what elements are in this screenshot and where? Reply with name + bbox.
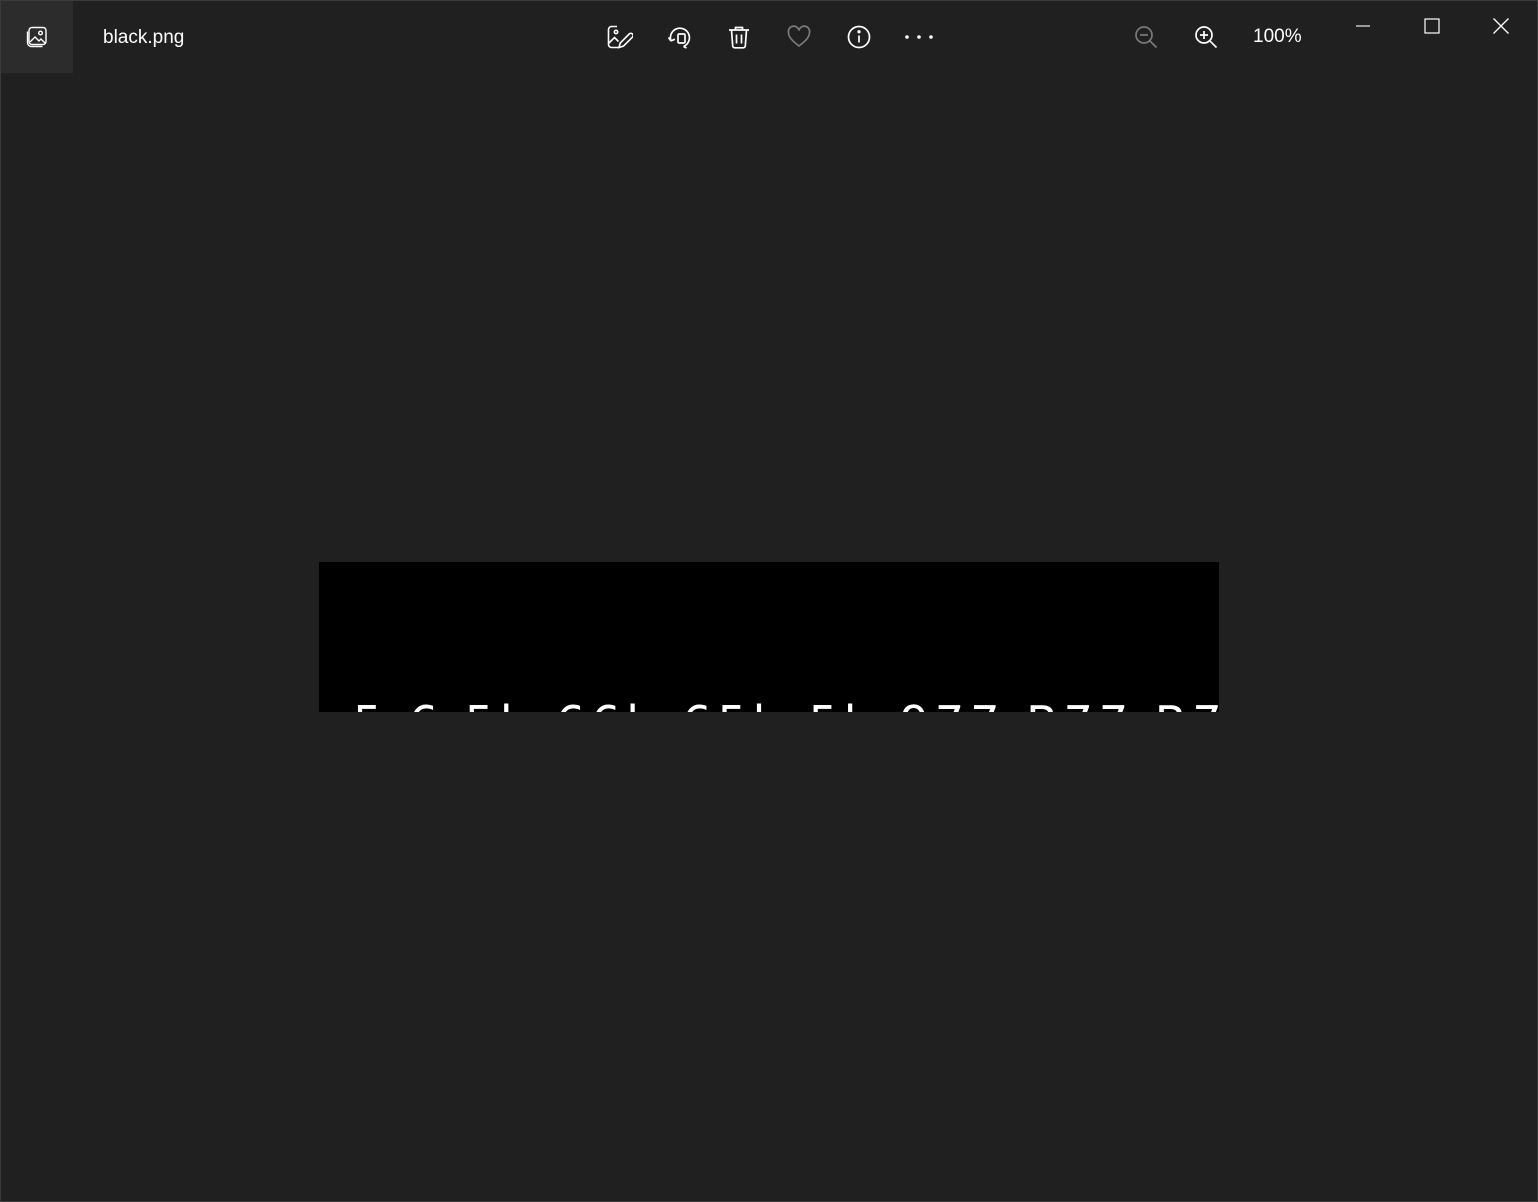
photos-app-icon <box>25 25 49 49</box>
minimize-icon <box>1355 18 1371 34</box>
maximize-icon <box>1424 18 1440 34</box>
zoom-level[interactable]: 100% <box>1253 25 1302 49</box>
zoom-in-button[interactable] <box>1186 17 1226 57</box>
trash-icon <box>726 24 752 50</box>
minimize-button[interactable] <box>1329 1 1397 51</box>
zoom-out-button[interactable] <box>1126 17 1166 57</box>
photos-window: black.png 100% <box>0 0 1538 1202</box>
zoom-in-icon <box>1193 24 1219 50</box>
rotate-button[interactable] <box>659 17 699 57</box>
heart-icon <box>786 24 812 50</box>
edit-image-icon <box>605 23 633 51</box>
more-options-icon <box>904 33 934 41</box>
image-content-text: 5 6 5b 66b 65b 5b 977 B77 B77 B <box>353 696 1219 712</box>
zoom-out-icon <box>1133 24 1159 50</box>
displayed-image[interactable]: 5 6 5b 66b 65b 5b 977 B77 B77 B <box>319 562 1219 712</box>
favorite-button[interactable] <box>779 17 819 57</box>
close-icon <box>1492 17 1510 35</box>
info-button[interactable] <box>839 17 879 57</box>
file-name: black.png <box>103 27 185 48</box>
maximize-button[interactable] <box>1398 1 1466 51</box>
close-button[interactable] <box>1467 1 1535 51</box>
edit-button[interactable] <box>599 17 639 57</box>
rotate-icon <box>665 23 693 51</box>
info-icon <box>846 24 872 50</box>
delete-button[interactable] <box>719 17 759 57</box>
title-bar: black.png 100% <box>1 1 1537 73</box>
more-options-button[interactable] <box>899 17 939 57</box>
app-icon-button[interactable] <box>1 1 73 73</box>
